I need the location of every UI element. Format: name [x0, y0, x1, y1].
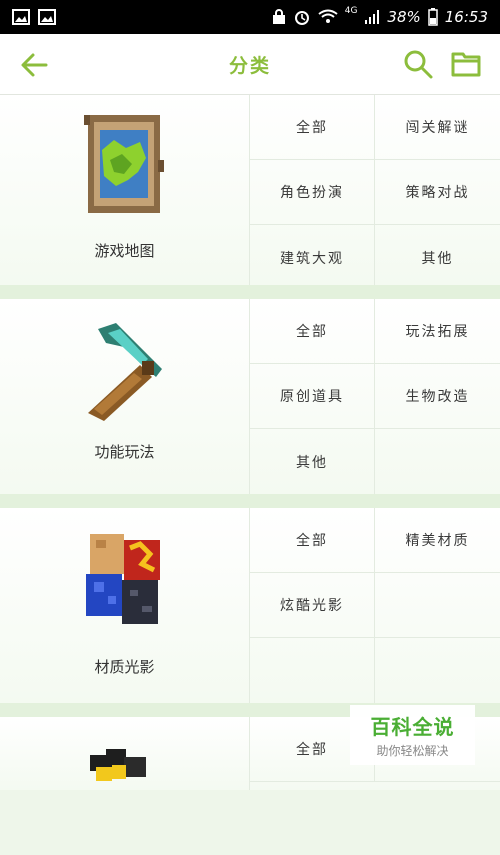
section-header-skins[interactable] — [0, 717, 250, 790]
search-button[interactable] — [402, 48, 434, 80]
bee-icon — [90, 749, 146, 781]
lock-icon — [272, 9, 285, 24]
category-all[interactable]: 全部 — [250, 95, 375, 160]
network-type: 4G — [344, 6, 358, 16]
alarm-icon — [294, 11, 309, 25]
status-bar: 4G 38% 16:53 — [0, 0, 500, 34]
back-button[interactable] — [18, 48, 52, 82]
category-fine-textures[interactable]: 精美材质 — [375, 508, 500, 573]
category-strategy[interactable]: 策略对战 — [375, 160, 500, 225]
section-label: 功能玩法 — [94, 443, 155, 461]
page-title: 分类 — [228, 54, 271, 77]
texture-block-icon — [86, 534, 160, 624]
pickaxe-icon — [88, 323, 162, 421]
watermark-title: 百科全说 — [370, 715, 455, 739]
section-divider — [0, 494, 500, 508]
map-icon — [84, 115, 164, 213]
category-puzzle[interactable]: 闯关解谜 — [375, 95, 500, 160]
watermark: 百科全说 助你轻松解决 — [350, 705, 475, 765]
category-all[interactable]: 全部 — [250, 508, 375, 573]
app-bar: 分类 — [0, 34, 500, 95]
category-other[interactable]: 其他 — [375, 225, 500, 290]
section-gameplay: 功能玩法 全部 玩法拓展 原创道具 生物改造 其他 — [0, 299, 500, 494]
gallery-notification-icon-2 — [38, 9, 56, 25]
gallery-notification-icon — [12, 9, 30, 25]
signal-icon — [365, 10, 380, 24]
section-header-textures[interactable]: 材质光影 — [0, 508, 250, 703]
category-empty — [375, 573, 500, 638]
category-empty — [375, 429, 500, 494]
category-shaders[interactable]: 炫酷光影 — [250, 573, 375, 638]
battery-icon — [428, 8, 438, 26]
arrow-left-icon — [21, 53, 48, 77]
folder-button[interactable] — [450, 48, 482, 80]
wifi-icon — [318, 9, 338, 23]
category-role-play[interactable]: 角色扮演 — [250, 160, 375, 225]
section-label: 材质光影 — [94, 658, 155, 676]
section-header-gameplay[interactable]: 功能玩法 — [0, 299, 250, 494]
category-empty — [250, 638, 375, 703]
folder-icon — [451, 52, 481, 77]
section-header-game-map[interactable]: 游戏地图 — [0, 95, 250, 285]
category-mob-mods[interactable]: 生物改造 — [375, 364, 500, 429]
category-architecture[interactable]: 建筑大观 — [250, 225, 375, 290]
category-list: 游戏地图 全部 闯关解谜 角色扮演 策略对战 建筑大观 其他 功能玩法 全部 玩… — [0, 95, 500, 790]
section-label: 游戏地图 — [94, 242, 155, 260]
category-other[interactable]: 其他 — [250, 429, 375, 494]
section-game-map: 游戏地图 全部 闯关解谜 角色扮演 策略对战 建筑大观 其他 — [0, 95, 500, 290]
category-original-items[interactable]: 原创道具 — [250, 364, 375, 429]
battery-percent: 38% — [387, 8, 421, 26]
watermark-subtitle: 助你轻松解决 — [376, 744, 449, 758]
category-all[interactable]: 全部 — [250, 299, 375, 364]
clock: 16:53 — [444, 8, 488, 26]
search-icon — [404, 50, 433, 79]
category-gameplay-expansion[interactable]: 玩法拓展 — [375, 299, 500, 364]
section-divider — [0, 285, 500, 299]
section-textures: 材质光影 全部 精美材质 炫酷光影 — [0, 508, 500, 703]
category-empty — [375, 638, 500, 703]
